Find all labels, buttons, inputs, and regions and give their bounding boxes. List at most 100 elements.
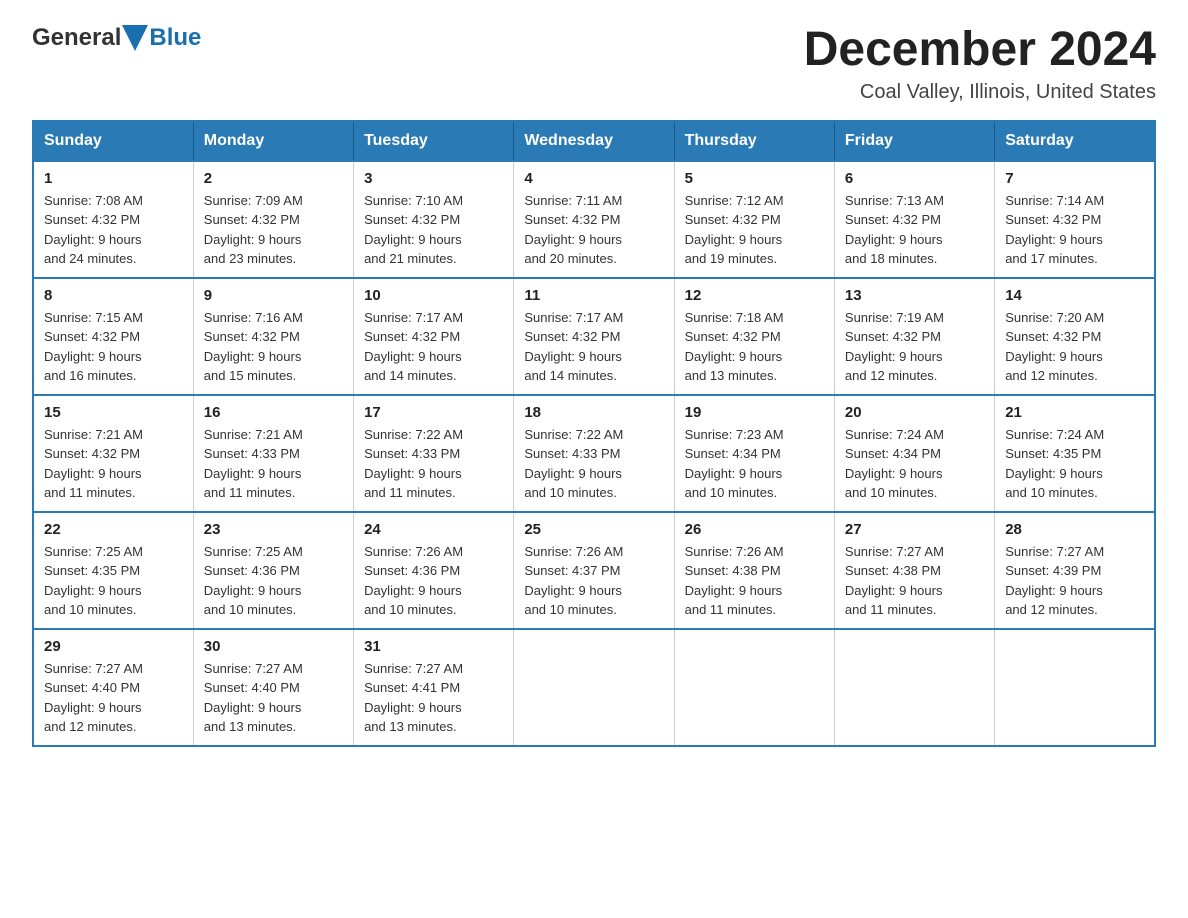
logo-icon: [122, 25, 148, 51]
calendar-cell: [834, 629, 994, 746]
day-info: Sunrise: 7:22 AM Sunset: 4:33 PM Dayligh…: [364, 425, 503, 503]
calendar-week-row: 22 Sunrise: 7:25 AM Sunset: 4:35 PM Dayl…: [33, 512, 1155, 629]
calendar-header-row: SundayMondayTuesdayWednesdayThursdayFrid…: [33, 121, 1155, 161]
day-info: Sunrise: 7:25 AM Sunset: 4:36 PM Dayligh…: [204, 542, 343, 620]
weekday-header-tuesday: Tuesday: [354, 121, 514, 161]
day-number: 18: [524, 404, 663, 421]
day-number: 31: [364, 638, 503, 655]
calendar-cell: 1 Sunrise: 7:08 AM Sunset: 4:32 PM Dayli…: [33, 161, 193, 278]
day-info: Sunrise: 7:18 AM Sunset: 4:32 PM Dayligh…: [685, 308, 824, 386]
logo-general-text: General: [32, 24, 121, 52]
day-info: Sunrise: 7:26 AM Sunset: 4:37 PM Dayligh…: [524, 542, 663, 620]
day-number: 10: [364, 287, 503, 304]
calendar-cell: 15 Sunrise: 7:21 AM Sunset: 4:32 PM Dayl…: [33, 395, 193, 512]
calendar-cell: 7 Sunrise: 7:14 AM Sunset: 4:32 PM Dayli…: [995, 161, 1155, 278]
day-info: Sunrise: 7:24 AM Sunset: 4:35 PM Dayligh…: [1005, 425, 1144, 503]
calendar-cell: 12 Sunrise: 7:18 AM Sunset: 4:32 PM Dayl…: [674, 278, 834, 395]
day-number: 14: [1005, 287, 1144, 304]
day-info: Sunrise: 7:16 AM Sunset: 4:32 PM Dayligh…: [204, 308, 343, 386]
weekday-header-wednesday: Wednesday: [514, 121, 674, 161]
day-info: Sunrise: 7:12 AM Sunset: 4:32 PM Dayligh…: [685, 191, 824, 269]
day-number: 19: [685, 404, 824, 421]
day-info: Sunrise: 7:11 AM Sunset: 4:32 PM Dayligh…: [524, 191, 663, 269]
calendar-cell: 8 Sunrise: 7:15 AM Sunset: 4:32 PM Dayli…: [33, 278, 193, 395]
calendar-week-row: 29 Sunrise: 7:27 AM Sunset: 4:40 PM Dayl…: [33, 629, 1155, 746]
day-info: Sunrise: 7:27 AM Sunset: 4:40 PM Dayligh…: [204, 659, 343, 737]
weekday-header-thursday: Thursday: [674, 121, 834, 161]
day-info: Sunrise: 7:22 AM Sunset: 4:33 PM Dayligh…: [524, 425, 663, 503]
day-info: Sunrise: 7:17 AM Sunset: 4:32 PM Dayligh…: [524, 308, 663, 386]
calendar-cell: 14 Sunrise: 7:20 AM Sunset: 4:32 PM Dayl…: [995, 278, 1155, 395]
day-number: 1: [44, 170, 183, 187]
day-info: Sunrise: 7:15 AM Sunset: 4:32 PM Dayligh…: [44, 308, 183, 386]
day-number: 30: [204, 638, 343, 655]
day-number: 5: [685, 170, 824, 187]
calendar-cell: 10 Sunrise: 7:17 AM Sunset: 4:32 PM Dayl…: [354, 278, 514, 395]
day-number: 4: [524, 170, 663, 187]
day-info: Sunrise: 7:10 AM Sunset: 4:32 PM Dayligh…: [364, 191, 503, 269]
calendar-cell: 2 Sunrise: 7:09 AM Sunset: 4:32 PM Dayli…: [193, 161, 353, 278]
calendar-week-row: 1 Sunrise: 7:08 AM Sunset: 4:32 PM Dayli…: [33, 161, 1155, 278]
calendar-cell: 19 Sunrise: 7:23 AM Sunset: 4:34 PM Dayl…: [674, 395, 834, 512]
calendar-cell: 23 Sunrise: 7:25 AM Sunset: 4:36 PM Dayl…: [193, 512, 353, 629]
day-number: 6: [845, 170, 984, 187]
calendar-cell: 6 Sunrise: 7:13 AM Sunset: 4:32 PM Dayli…: [834, 161, 994, 278]
day-info: Sunrise: 7:14 AM Sunset: 4:32 PM Dayligh…: [1005, 191, 1144, 269]
calendar-cell: 31 Sunrise: 7:27 AM Sunset: 4:41 PM Dayl…: [354, 629, 514, 746]
day-info: Sunrise: 7:19 AM Sunset: 4:32 PM Dayligh…: [845, 308, 984, 386]
calendar-week-row: 15 Sunrise: 7:21 AM Sunset: 4:32 PM Dayl…: [33, 395, 1155, 512]
calendar-cell: 3 Sunrise: 7:10 AM Sunset: 4:32 PM Dayli…: [354, 161, 514, 278]
day-number: 3: [364, 170, 503, 187]
calendar-table: SundayMondayTuesdayWednesdayThursdayFrid…: [32, 120, 1156, 747]
location-title: Coal Valley, Illinois, United States: [804, 81, 1156, 104]
calendar-cell: 27 Sunrise: 7:27 AM Sunset: 4:38 PM Dayl…: [834, 512, 994, 629]
calendar-cell: 26 Sunrise: 7:26 AM Sunset: 4:38 PM Dayl…: [674, 512, 834, 629]
logo-blue-text: Blue: [149, 24, 201, 52]
calendar-cell: 25 Sunrise: 7:26 AM Sunset: 4:37 PM Dayl…: [514, 512, 674, 629]
day-number: 21: [1005, 404, 1144, 421]
month-title: December 2024: [804, 24, 1156, 77]
day-info: Sunrise: 7:21 AM Sunset: 4:32 PM Dayligh…: [44, 425, 183, 503]
day-info: Sunrise: 7:26 AM Sunset: 4:38 PM Dayligh…: [685, 542, 824, 620]
day-info: Sunrise: 7:13 AM Sunset: 4:32 PM Dayligh…: [845, 191, 984, 269]
calendar-cell: 4 Sunrise: 7:11 AM Sunset: 4:32 PM Dayli…: [514, 161, 674, 278]
day-info: Sunrise: 7:27 AM Sunset: 4:40 PM Dayligh…: [44, 659, 183, 737]
day-info: Sunrise: 7:24 AM Sunset: 4:34 PM Dayligh…: [845, 425, 984, 503]
calendar-cell: 11 Sunrise: 7:17 AM Sunset: 4:32 PM Dayl…: [514, 278, 674, 395]
day-info: Sunrise: 7:23 AM Sunset: 4:34 PM Dayligh…: [685, 425, 824, 503]
day-info: Sunrise: 7:27 AM Sunset: 4:39 PM Dayligh…: [1005, 542, 1144, 620]
calendar-cell: 20 Sunrise: 7:24 AM Sunset: 4:34 PM Dayl…: [834, 395, 994, 512]
title-block: December 2024 Coal Valley, Illinois, Uni…: [804, 24, 1156, 104]
day-info: Sunrise: 7:17 AM Sunset: 4:32 PM Dayligh…: [364, 308, 503, 386]
calendar-cell: 17 Sunrise: 7:22 AM Sunset: 4:33 PM Dayl…: [354, 395, 514, 512]
weekday-header-friday: Friday: [834, 121, 994, 161]
day-info: Sunrise: 7:21 AM Sunset: 4:33 PM Dayligh…: [204, 425, 343, 503]
calendar-cell: 13 Sunrise: 7:19 AM Sunset: 4:32 PM Dayl…: [834, 278, 994, 395]
calendar-cell: 21 Sunrise: 7:24 AM Sunset: 4:35 PM Dayl…: [995, 395, 1155, 512]
day-number: 25: [524, 521, 663, 538]
calendar-cell: [674, 629, 834, 746]
day-number: 24: [364, 521, 503, 538]
calendar-cell: 18 Sunrise: 7:22 AM Sunset: 4:33 PM Dayl…: [514, 395, 674, 512]
weekday-header-saturday: Saturday: [995, 121, 1155, 161]
calendar-cell: 9 Sunrise: 7:16 AM Sunset: 4:32 PM Dayli…: [193, 278, 353, 395]
weekday-header-sunday: Sunday: [33, 121, 193, 161]
day-number: 15: [44, 404, 183, 421]
day-number: 7: [1005, 170, 1144, 187]
day-number: 16: [204, 404, 343, 421]
day-info: Sunrise: 7:27 AM Sunset: 4:38 PM Dayligh…: [845, 542, 984, 620]
day-number: 12: [685, 287, 824, 304]
calendar-cell: 22 Sunrise: 7:25 AM Sunset: 4:35 PM Dayl…: [33, 512, 193, 629]
day-info: Sunrise: 7:26 AM Sunset: 4:36 PM Dayligh…: [364, 542, 503, 620]
day-number: 9: [204, 287, 343, 304]
day-number: 17: [364, 404, 503, 421]
day-number: 2: [204, 170, 343, 187]
calendar-week-row: 8 Sunrise: 7:15 AM Sunset: 4:32 PM Dayli…: [33, 278, 1155, 395]
day-info: Sunrise: 7:25 AM Sunset: 4:35 PM Dayligh…: [44, 542, 183, 620]
day-info: Sunrise: 7:08 AM Sunset: 4:32 PM Dayligh…: [44, 191, 183, 269]
day-number: 20: [845, 404, 984, 421]
day-info: Sunrise: 7:09 AM Sunset: 4:32 PM Dayligh…: [204, 191, 343, 269]
weekday-header-monday: Monday: [193, 121, 353, 161]
calendar-cell: 30 Sunrise: 7:27 AM Sunset: 4:40 PM Dayl…: [193, 629, 353, 746]
day-number: 11: [524, 287, 663, 304]
